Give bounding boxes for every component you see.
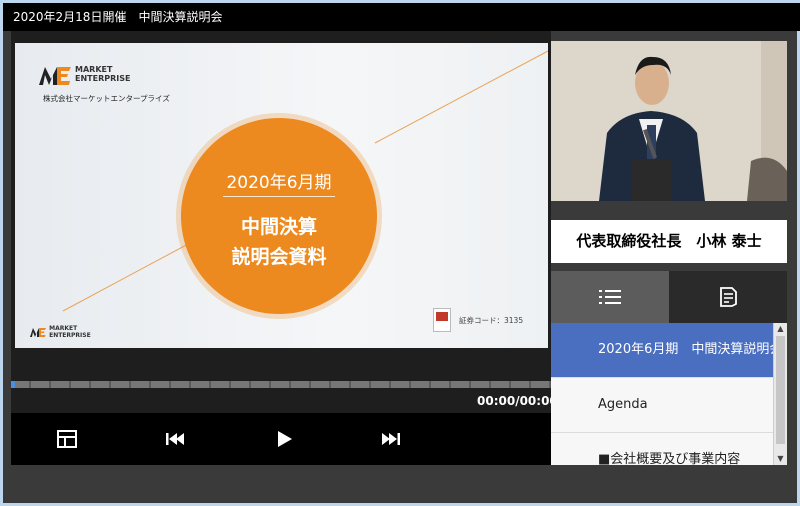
divider: [223, 196, 335, 197]
chapter-item[interactable]: 2020年6月期 中間決算説明会資料: [551, 323, 773, 378]
time-display: 00:00/00:00: [477, 394, 558, 408]
play-icon[interactable]: [270, 425, 298, 453]
app-window: 2020年2月18日開催 中間決算説明会 MARKET ENTERPRISE 株…: [0, 0, 800, 506]
control-bar: [11, 413, 551, 465]
subtitle-line: 説明会資料: [231, 246, 327, 268]
chapter-scrollbar[interactable]: ▲ ▼: [773, 323, 787, 465]
layout-icon[interactable]: [53, 425, 81, 453]
slide-subtitle: 中間決算 説明会資料: [181, 212, 377, 272]
footer-logo-text: ENTERPRISE: [49, 332, 91, 339]
company-logo-icon: [30, 328, 46, 337]
footer-logo-text: MARKET: [49, 325, 78, 332]
chapter-item[interactable]: ■会社概要及び事業内容: [551, 433, 773, 465]
window-title: 2020年2月18日開催 中間決算説明会: [3, 3, 800, 31]
next-icon[interactable]: [377, 425, 405, 453]
slide-period: 2020年6月期: [226, 173, 332, 193]
scroll-up-icon[interactable]: ▲: [774, 323, 787, 335]
previous-icon[interactable]: [161, 425, 189, 453]
document-icon: [720, 287, 737, 307]
title-circle: 2020年6月期 中間決算 説明会資料: [181, 118, 377, 314]
progress-handle[interactable]: [11, 381, 15, 388]
list-icon: [599, 290, 621, 304]
speaker-name: 代表取締役社長 小林 泰士: [551, 220, 787, 263]
footer-logo: MARKET ENTERPRISE: [29, 325, 91, 339]
jpx-logo-icon: [433, 308, 451, 332]
speaker-image: [551, 41, 787, 201]
panel-tabs: [551, 271, 787, 323]
presentation-slide: MARKET ENTERPRISE 株式会社マーケットエンタープライズ 2020…: [15, 43, 548, 348]
scroll-down-icon[interactable]: ▼: [774, 453, 787, 465]
scroll-thumb[interactable]: [776, 336, 785, 444]
speaker-video: [551, 41, 787, 201]
tab-chapter-list[interactable]: [551, 271, 669, 323]
chapter-item[interactable]: Agenda: [551, 378, 773, 433]
tab-documents[interactable]: [669, 271, 787, 323]
progress-bar[interactable]: [11, 381, 551, 388]
stock-code: 証券コード：3135: [459, 316, 524, 325]
chapter-list: 2020年6月期 中間決算説明会資料 Agenda ■会社概要及び事業内容: [551, 323, 773, 465]
subtitle-line: 中間決算: [240, 216, 317, 238]
